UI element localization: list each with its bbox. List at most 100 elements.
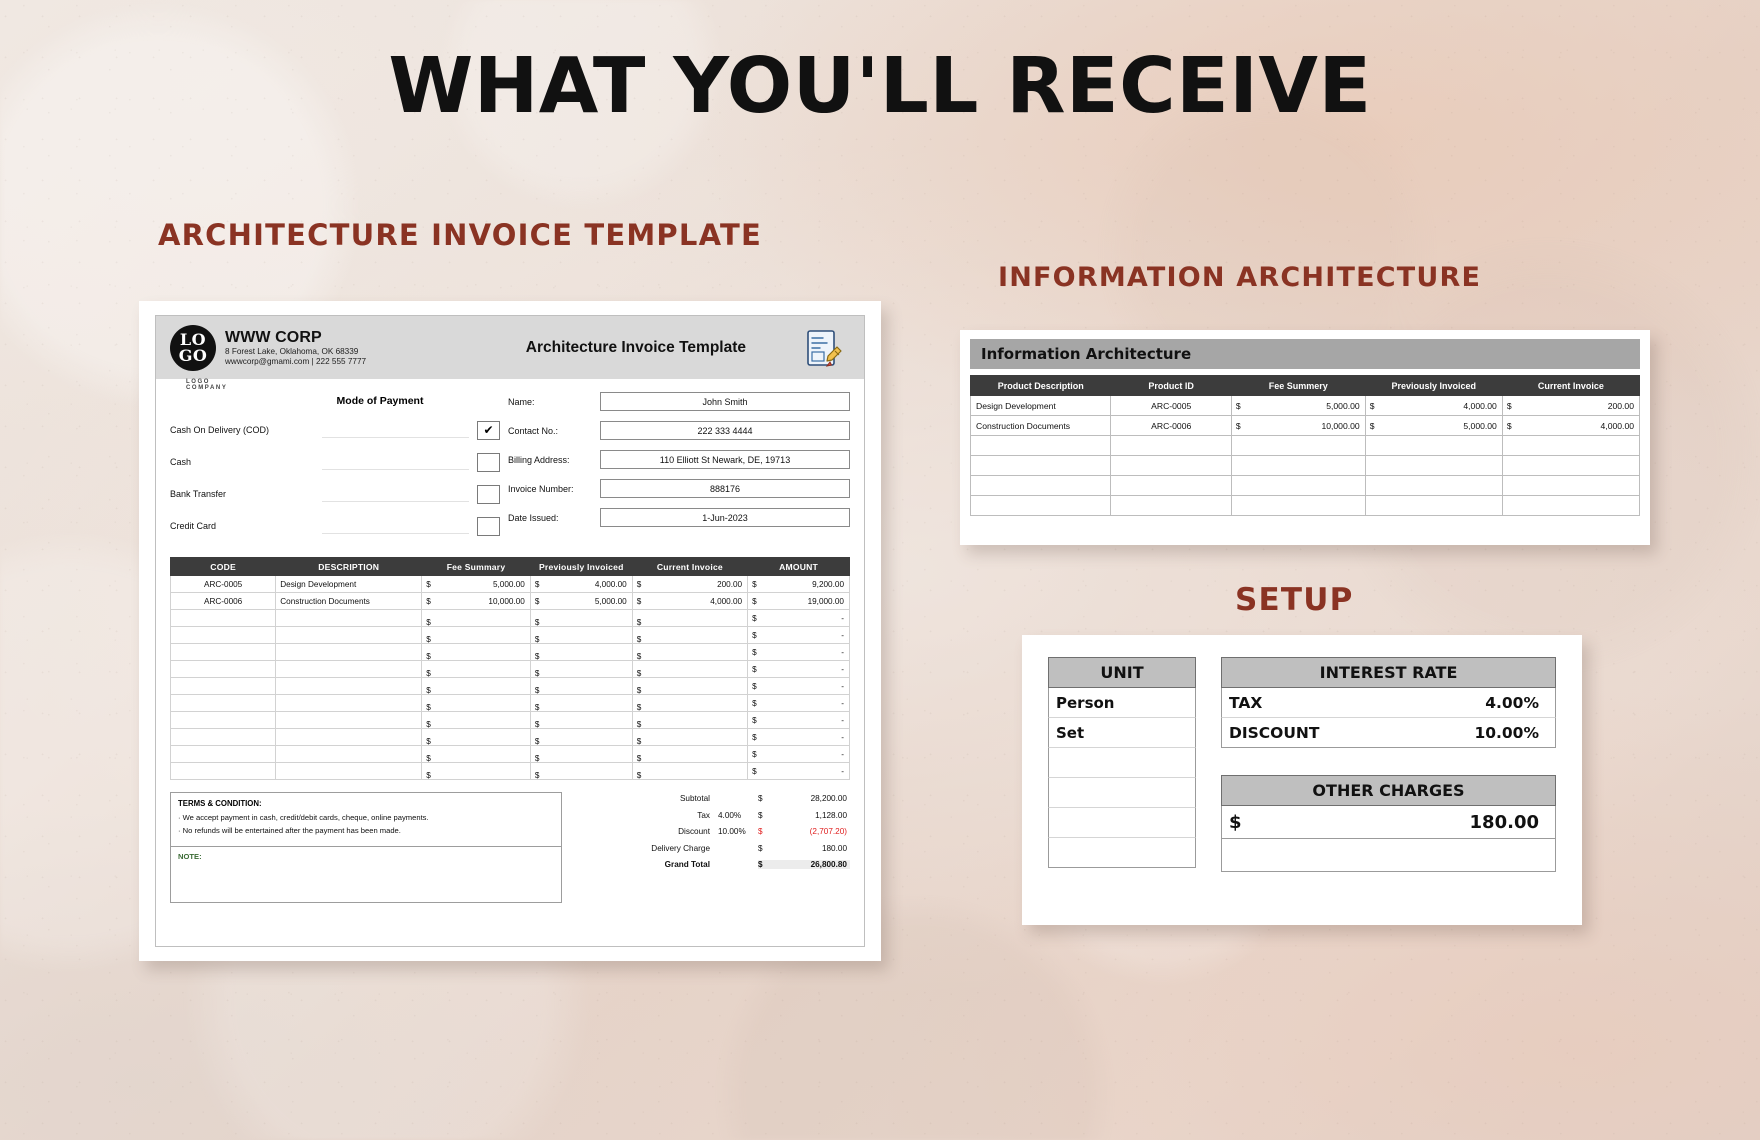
logo-line-2: GO [178, 345, 208, 365]
table-row[interactable]: $ $ $ $ - [169, 609, 850, 627]
table-row[interactable] [969, 495, 1641, 516]
cell-previously-invoiced [1364, 435, 1503, 456]
currency-symbol: $ [752, 732, 757, 742]
section-title-setup: SETUP [1235, 582, 1354, 618]
logo-badge-icon: LO GO [170, 324, 216, 371]
cell-amount: $ - [747, 677, 850, 695]
company-address: 8 Forest Lake, Oklahoma, OK 68339 [225, 347, 359, 357]
date-issued-field[interactable]: 1-Jun-2023 [600, 508, 850, 527]
payment-mode-section: Mode of Payment Cash On Delivery (COD) ✔… [170, 391, 500, 547]
cell-product-description [969, 475, 1112, 496]
payment-checkbox-bank-transfer[interactable] [477, 484, 500, 504]
invoice-footer-area: TERMS & CONDITION: · We accept payment i… [170, 792, 850, 903]
cell-amount: $ - [747, 728, 850, 746]
information-architecture-card: Information Architecture Product Descrip… [960, 330, 1650, 545]
cell-fee-summary: $5,000.00 [421, 575, 531, 593]
other-charges-value[interactable]: 180.00 [1470, 812, 1539, 833]
currency-symbol: $ [752, 681, 757, 691]
cell-code [169, 762, 277, 780]
cell-code [169, 643, 277, 661]
other-charges-header: OTHER CHARGES [1221, 775, 1556, 806]
invoice-number-field[interactable]: 888176 [600, 479, 850, 498]
customer-contact-field[interactable]: 222 333 4444 [600, 421, 850, 440]
cell-amount: $ - [747, 745, 850, 763]
table-row[interactable]: $ $ $ $ - [169, 745, 850, 763]
unit-item[interactable] [1048, 838, 1196, 868]
currency-symbol: $ [534, 771, 540, 780]
total-row: Subtotal $28,200.00 [576, 792, 850, 805]
cell-product-id [1110, 475, 1232, 496]
table-row[interactable]: $ $ $ $ - [169, 711, 850, 729]
tax-value[interactable]: 4.00% [1485, 694, 1539, 712]
currency-symbol: $ [752, 749, 757, 759]
total-row: Discount 10.00% $ (2,707.20) [576, 825, 850, 838]
cell-product-description: Design Development [969, 395, 1112, 416]
cell-product-id: ARC-0006 [1110, 415, 1232, 436]
cell-description [275, 643, 423, 661]
cell-current-invoice: $ [631, 609, 749, 627]
table-row[interactable]: $ $ $ $ - [169, 762, 850, 780]
payment-option-row: Cash On Delivery (COD) ✔ [170, 419, 500, 441]
table-row[interactable]: ARC-0006 Construction Documents $10,000.00… [169, 592, 850, 610]
table-row[interactable]: $ $ $ $ - [169, 677, 850, 695]
payment-checkbox-credit-card[interactable] [477, 516, 500, 536]
cell-amount: $ - [747, 609, 850, 627]
table-header-row: Product Description Product ID Fee Summe… [969, 375, 1641, 396]
currency-symbol: $ [752, 647, 757, 657]
unit-item[interactable] [1048, 808, 1196, 838]
payment-checkbox-cod[interactable]: ✔ [477, 420, 500, 440]
payment-option-rule [322, 422, 469, 438]
note-box[interactable]: NOTE: [170, 847, 562, 903]
unit-item[interactable] [1048, 748, 1196, 778]
payment-option-rule [322, 518, 469, 534]
table-row[interactable] [969, 435, 1641, 456]
table-row[interactable] [969, 475, 1641, 496]
discount-value[interactable]: 10.00% [1474, 724, 1539, 742]
payment-checkbox-cash[interactable] [477, 452, 500, 472]
cell-fee-summary: $ [421, 677, 531, 695]
total-value: $ (2,707.20) [758, 827, 847, 836]
currency-symbol: $ [758, 794, 763, 803]
cell-previously-invoiced: $ [529, 711, 633, 729]
unit-item[interactable]: Person [1048, 688, 1196, 718]
cell-fee-summary: $ [421, 609, 531, 627]
customer-field-label: Invoice Number: [508, 483, 574, 494]
invoice-preview-card: LO GO LOGO COMPANY WWW CORP 8 Forest Lak… [139, 301, 881, 961]
table-row[interactable]: $ $ $ $ - [169, 694, 850, 712]
cell-fee-summary: $ [421, 728, 531, 746]
table-row[interactable]: $ $ $ $ - [169, 728, 850, 746]
cell-code [169, 660, 277, 678]
table-row[interactable]: $ $ $ $ - [169, 643, 850, 661]
col-current-invoice: Current Invoice [631, 557, 749, 576]
cell-current-invoice: $ [631, 728, 749, 746]
customer-field-row: Contact No.: 222 333 4444 [508, 420, 850, 441]
cell-previously-invoiced: $ [529, 728, 633, 746]
cell-code [169, 626, 277, 644]
col-product-id: Product ID [1110, 375, 1232, 396]
blueprint-icon [807, 329, 842, 367]
currency-symbol: $ [426, 771, 431, 780]
cell-fee-summary: $ [421, 694, 531, 712]
table-row[interactable]: $ $ $ $ - [169, 626, 850, 644]
unit-item[interactable] [1048, 778, 1196, 808]
customer-billing-address-field[interactable]: 110 Elliott St Newark, DE, 19713 [600, 450, 850, 469]
table-row[interactable]: Design Development ARC-0005 $5,000.00 $4,00… [969, 395, 1641, 416]
other-charges-table: OTHER CHARGES $ 180.00 [1221, 775, 1556, 872]
col-fee-summery: Fee Summery [1230, 375, 1366, 396]
customer-field-label: Name: [508, 396, 535, 407]
currency-symbol: $ [752, 766, 757, 776]
table-row[interactable]: $ $ $ $ - [169, 660, 850, 678]
currency-symbol: $ [1235, 420, 1241, 431]
table-row[interactable]: Construction Documents ARC-0006 $10,000.00… [969, 415, 1641, 436]
cell-previously-invoiced: $5,000.00 [529, 592, 633, 610]
currency-symbol: $ [1506, 400, 1512, 411]
payment-mode-heading: Mode of Payment [336, 395, 424, 407]
unit-item[interactable]: Set [1048, 718, 1196, 748]
table-row[interactable]: ARC-0005 Design Development $5,000.00 $4,00… [169, 575, 850, 593]
cell-fee-summery: $5,000.00 [1230, 395, 1366, 416]
customer-name-field[interactable]: John Smith [600, 392, 850, 411]
cell-product-id [1110, 495, 1232, 516]
customer-field-label: Billing Address: [508, 454, 570, 465]
table-row[interactable] [969, 455, 1641, 476]
invoice-document-title: Architecture Invoice Template [525, 338, 746, 356]
